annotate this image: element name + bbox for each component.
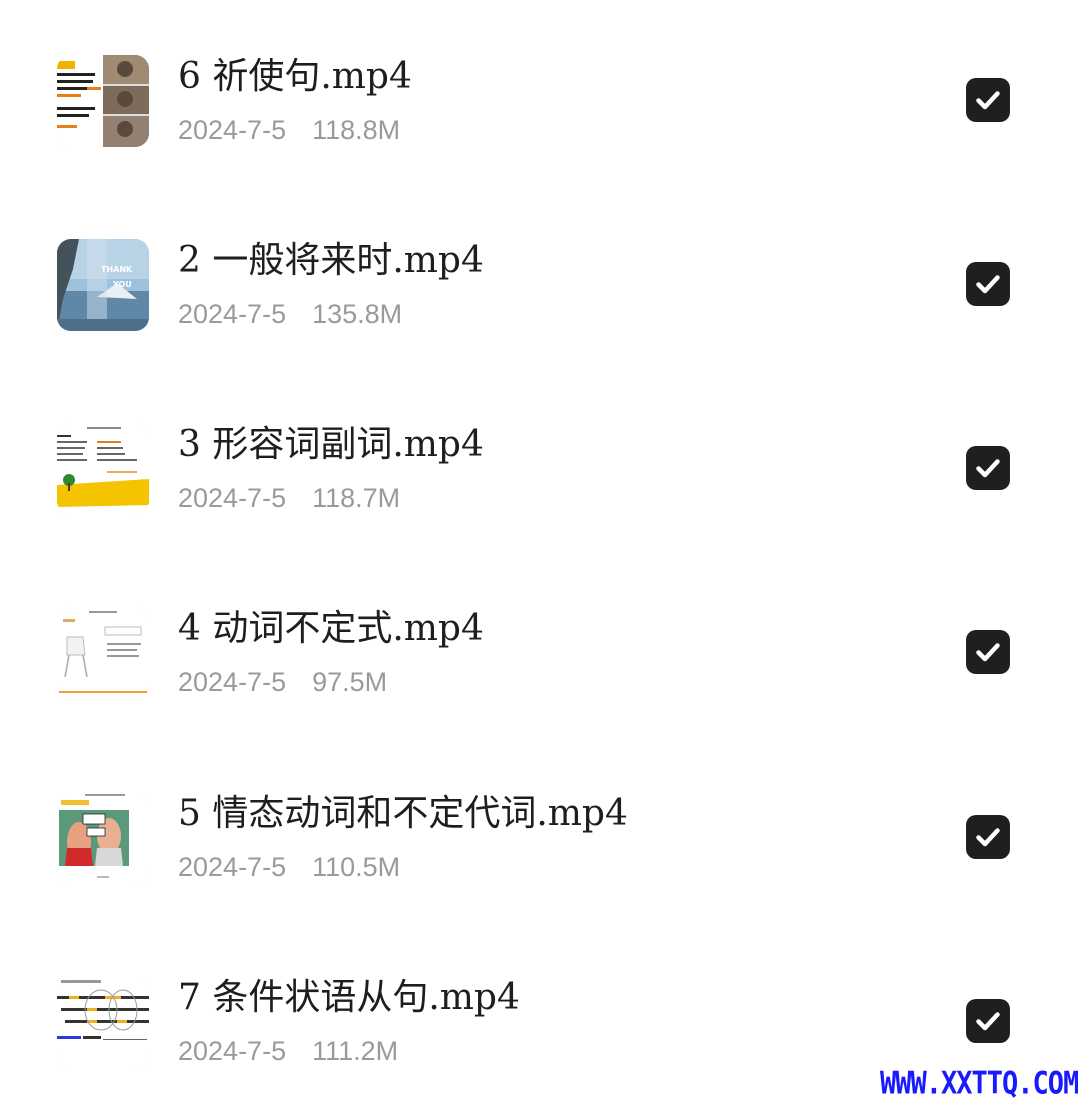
video-thumbnail[interactable] xyxy=(57,792,149,884)
checkmark-icon xyxy=(976,275,1000,294)
select-checkbox[interactable] xyxy=(966,815,1010,859)
select-checkbox[interactable] xyxy=(966,999,1010,1043)
select-checkbox[interactable] xyxy=(966,262,1010,306)
file-row[interactable]: 4 动词不定式.mp4 2024-7-5 97.5M xyxy=(0,607,1078,727)
watermark-text: WWW.XXTTQ.COM xyxy=(880,1066,1078,1102)
video-thumbnail[interactable] xyxy=(57,55,149,147)
file-name: 7 条件状语从句.mp4 xyxy=(178,977,520,1018)
checkmark-icon xyxy=(976,1012,1000,1031)
file-meta: 2024-7-5 111.2M xyxy=(178,1034,398,1068)
svg-text:THANK: THANK xyxy=(101,265,133,274)
checkmark-icon xyxy=(976,91,1000,110)
video-thumbnail[interactable] xyxy=(57,423,149,515)
file-name: 3 形容词副词.mp4 xyxy=(178,424,484,465)
file-name: 6 祈使句.mp4 xyxy=(178,56,412,97)
svg-text:YOU: YOU xyxy=(112,280,132,289)
file-meta: 2024-7-5 118.7M xyxy=(178,481,400,515)
file-size: 135.8M xyxy=(312,299,403,329)
file-row[interactable]: 6 祈使句.mp4 2024-7-5 118.8M xyxy=(0,55,1078,175)
file-name: 5 情态动词和不定代词.mp4 xyxy=(178,793,628,834)
file-row[interactable]: THANK YOU 2 一般将来时.mp4 2024-7-5 135.8M xyxy=(0,239,1078,359)
file-date: 2024-7-5 xyxy=(178,852,287,882)
file-date: 2024-7-5 xyxy=(178,483,287,513)
checkmark-icon xyxy=(976,459,1000,478)
file-date: 2024-7-5 xyxy=(178,667,287,697)
file-row[interactable]: 5 情态动词和不定代词.mp4 2024-7-5 110.5M xyxy=(0,792,1078,912)
checkmark-icon xyxy=(976,643,1000,662)
file-name: 2 一般将来时.mp4 xyxy=(178,240,484,281)
select-checkbox[interactable] xyxy=(966,446,1010,490)
file-row[interactable]: 3 形容词副词.mp4 2024-7-5 118.7M xyxy=(0,423,1078,543)
file-name: 4 动词不定式.mp4 xyxy=(178,608,484,649)
file-date: 2024-7-5 xyxy=(178,115,287,145)
file-size: 118.8M xyxy=(312,115,401,145)
file-date: 2024-7-5 xyxy=(178,1036,287,1066)
file-size: 110.5M xyxy=(312,852,401,882)
checkmark-icon xyxy=(976,828,1000,847)
select-checkbox[interactable] xyxy=(966,630,1010,674)
video-thumbnail[interactable] xyxy=(57,607,149,699)
file-meta: 2024-7-5 118.8M xyxy=(178,113,400,147)
file-size: 97.5M xyxy=(312,667,388,697)
select-checkbox[interactable] xyxy=(966,78,1010,122)
file-meta: 2024-7-5 97.5M xyxy=(178,665,387,699)
file-size: 118.7M xyxy=(312,483,401,513)
file-size: 111.2M xyxy=(312,1036,399,1066)
file-meta: 2024-7-5 110.5M xyxy=(178,850,400,884)
file-date: 2024-7-5 xyxy=(178,299,287,329)
video-thumbnail[interactable] xyxy=(57,976,149,1068)
video-thumbnail[interactable]: THANK YOU xyxy=(57,239,149,331)
file-meta: 2024-7-5 135.8M xyxy=(178,297,402,331)
